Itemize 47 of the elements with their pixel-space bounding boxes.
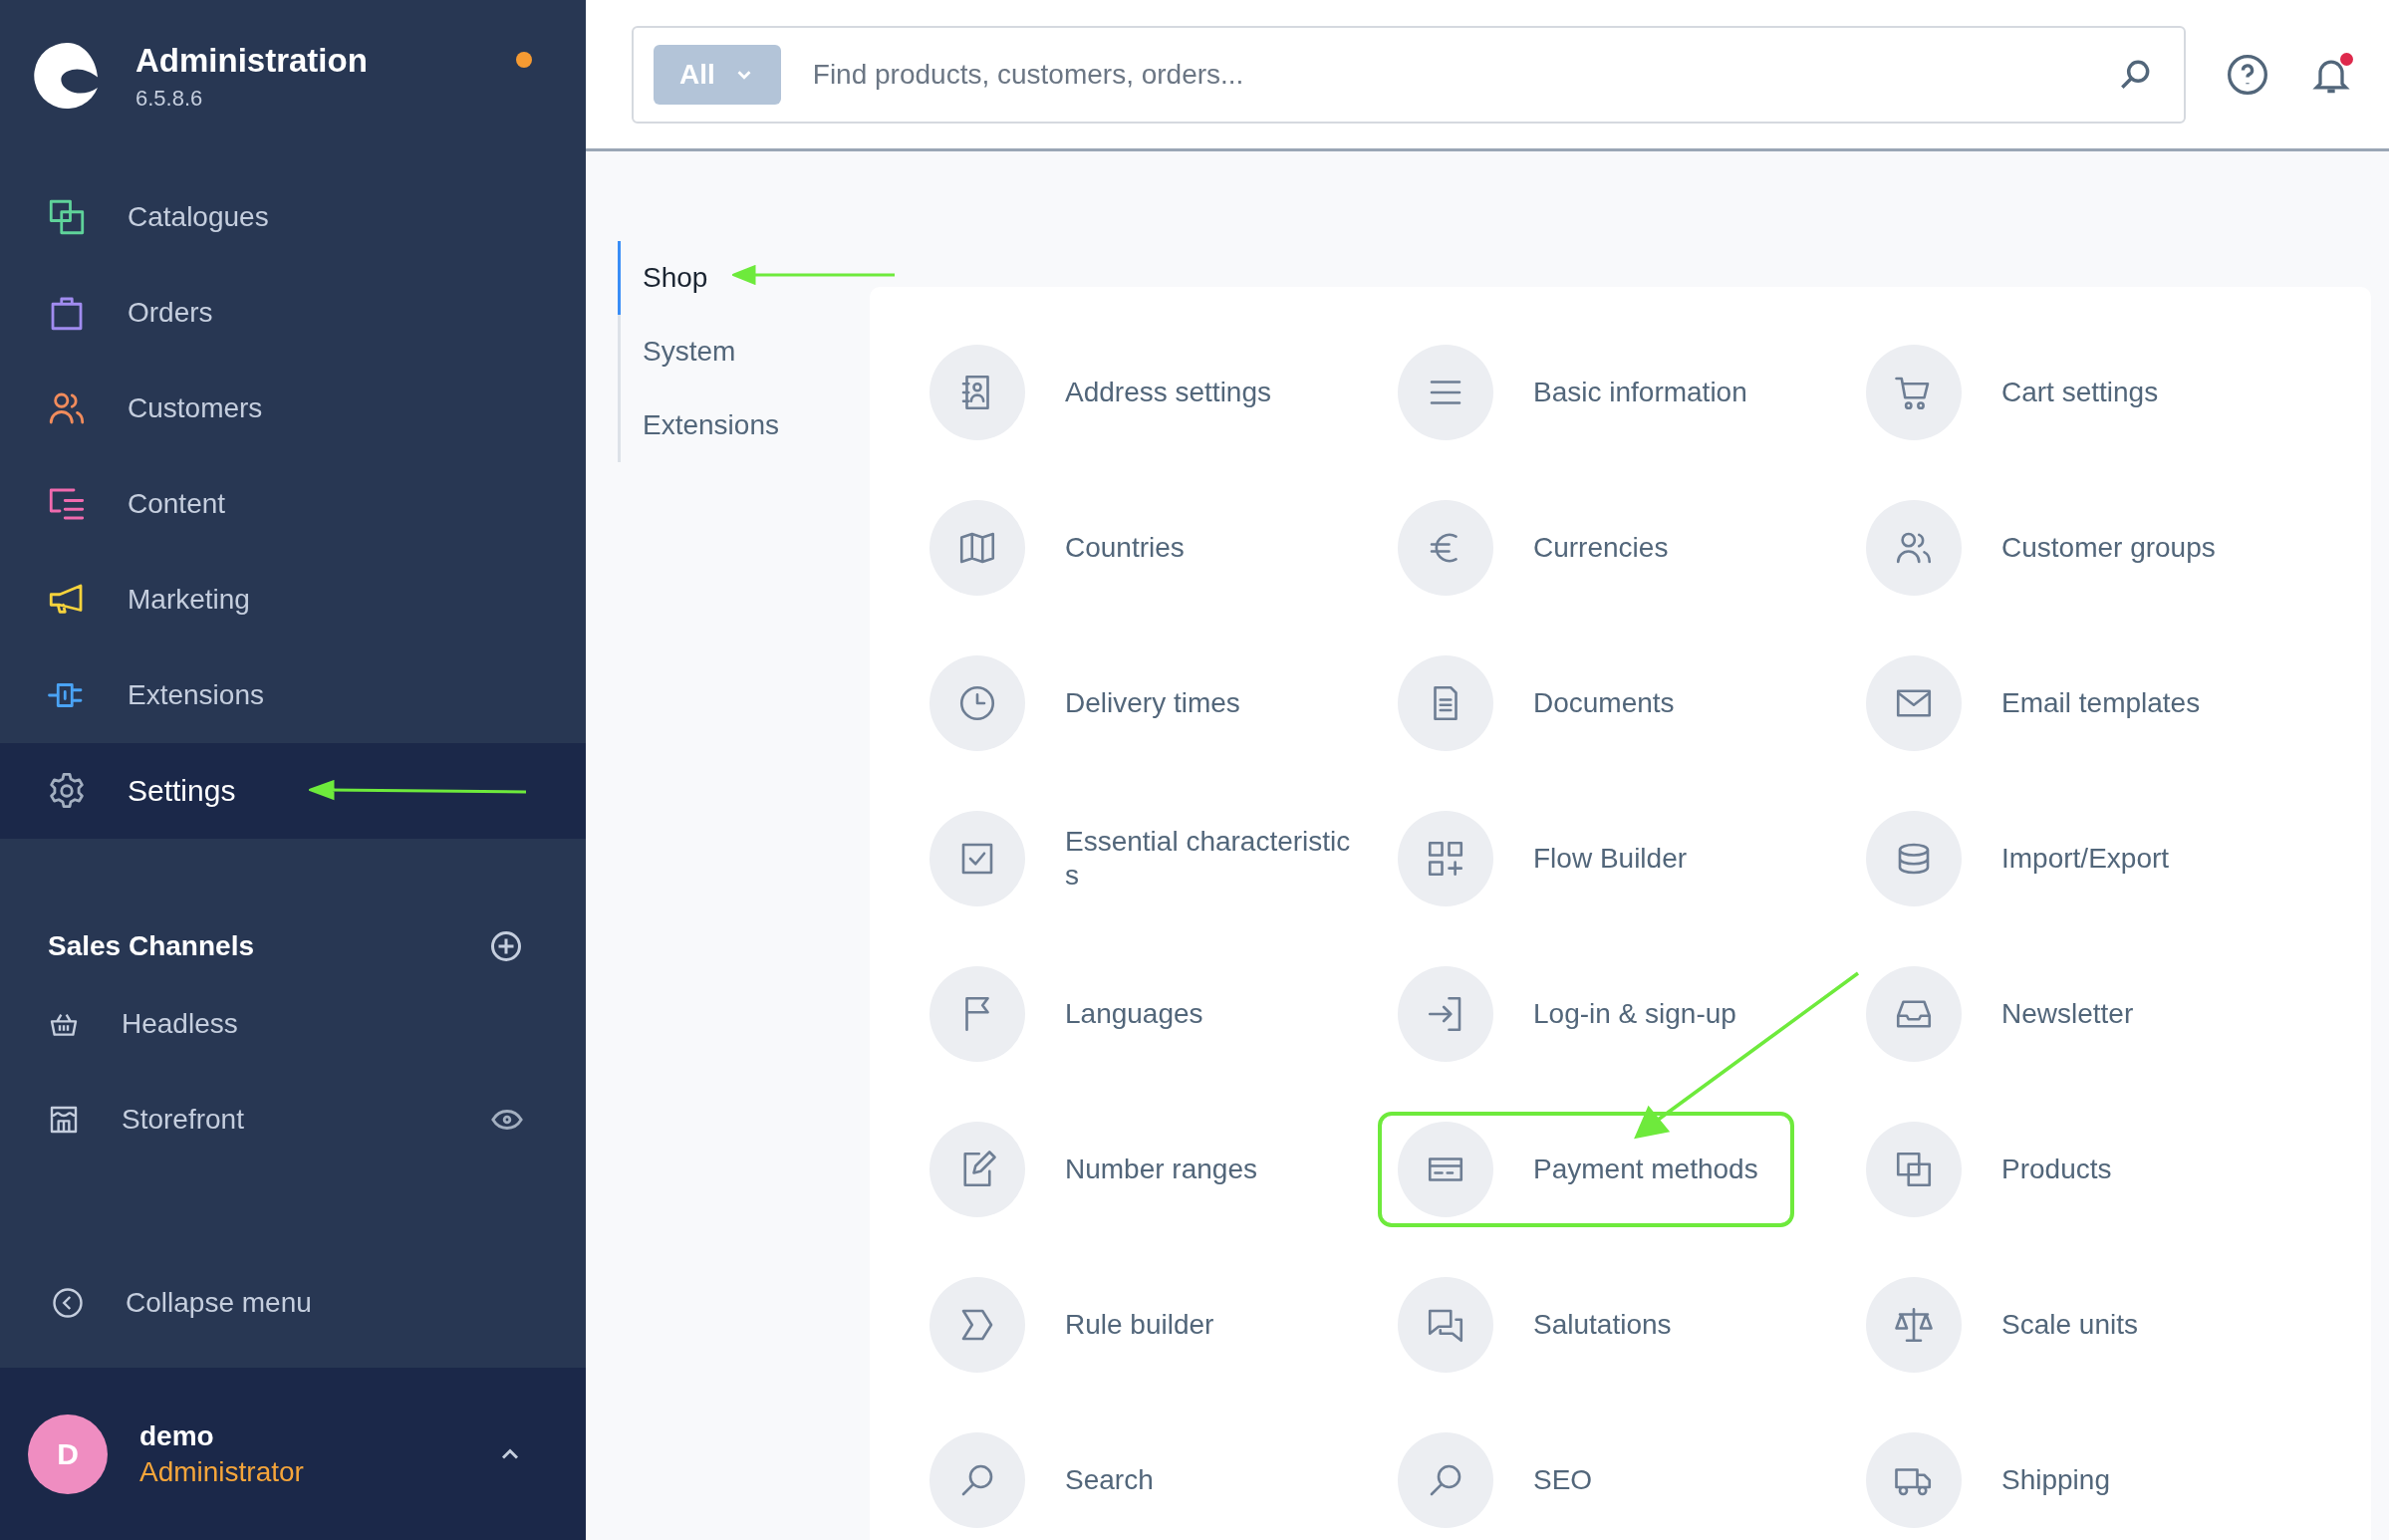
category-link[interactable]: Salutations — [1398, 1277, 1866, 1373]
storefront-icon — [48, 1104, 80, 1136]
category-link[interactable]: Basic information — [1398, 345, 1866, 440]
category-link[interactable]: Flow Builder — [1398, 811, 1866, 906]
sales-channel-item[interactable]: Headless — [0, 976, 586, 1072]
category-link[interactable]: Rule builder — [929, 1277, 1398, 1373]
category-link[interactable]: Email templates — [1866, 655, 2334, 751]
category-link[interactable]: Payment methods — [1398, 1122, 1866, 1217]
category-link[interactable]: Log-in & sign-up — [1398, 966, 1866, 1062]
category-link[interactable]: Essential characteristics — [929, 811, 1398, 906]
category-link[interactable]: Languages — [929, 966, 1398, 1062]
category-link[interactable]: Cart settings — [1866, 345, 2334, 440]
chevron-left-icon — [50, 1285, 86, 1321]
nav-item[interactable]: Settings — [0, 743, 586, 839]
category-link[interactable]: Scale units — [1866, 1277, 2334, 1373]
add-icon[interactable] — [488, 928, 524, 964]
nav-item[interactable]: Orders — [0, 265, 586, 361]
avatar: D — [28, 1413, 108, 1494]
section-tab[interactable]: Shop — [618, 241, 716, 315]
nav-item[interactable]: Catalogues — [0, 169, 586, 265]
app-title: Administration — [135, 42, 368, 80]
category-link[interactable]: Number ranges — [929, 1122, 1398, 1217]
category-link[interactable]: Newsletter — [1866, 966, 2334, 1062]
category-link[interactable]: Currencies — [1398, 500, 1866, 596]
version-text: 6.5.8.6 — [135, 86, 204, 112]
section-heading: Sales Channels — [48, 930, 254, 962]
collapse-menu-button[interactable]: Collapse menu — [0, 1263, 586, 1343]
category-link[interactable]: Countries — [929, 500, 1398, 596]
section-tab[interactable]: System — [618, 315, 744, 388]
nav-item[interactable]: Marketing — [0, 552, 586, 647]
nav-item[interactable]: Customers — [0, 361, 586, 456]
user-role: Administrator — [139, 1455, 305, 1488]
nav-item[interactable]: Content — [0, 456, 586, 552]
category-link[interactable]: SEO — [1398, 1432, 1866, 1528]
category-link[interactable]: Import/Export — [1866, 811, 2334, 906]
sales-channel-item[interactable]: Storefront — [0, 1072, 586, 1167]
nav-item[interactable]: Extensions — [0, 647, 586, 743]
category-link[interactable]: Delivery times — [929, 655, 1398, 751]
category-link[interactable]: Search — [929, 1432, 1398, 1528]
help-icon[interactable] — [2226, 52, 2269, 97]
category-link[interactable]: Shipping — [1866, 1432, 2334, 1528]
user-name: demo — [139, 1419, 215, 1452]
category-link[interactable]: Products — [1866, 1122, 2334, 1217]
section-tab[interactable]: Extensions — [618, 388, 787, 462]
category-link[interactable]: Documents — [1398, 655, 1866, 751]
category-link[interactable]: Address settings — [929, 345, 1398, 440]
category-link[interactable]: Customer groups — [1866, 500, 2334, 596]
